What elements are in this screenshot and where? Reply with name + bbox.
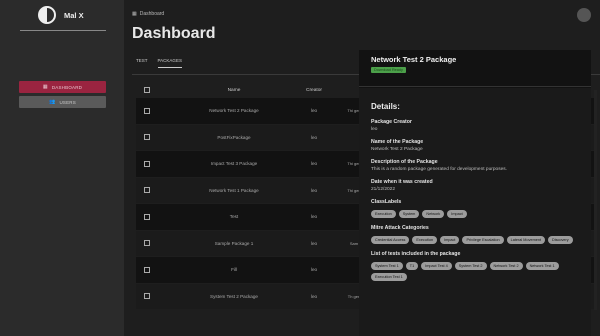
row-checkbox[interactable] (144, 160, 150, 167)
mitre-chips: Credential Access Execution Impact Privileg… (371, 236, 583, 244)
home-icon: ▦ (132, 11, 137, 17)
chip: System Test 2 (454, 262, 487, 270)
creator-value: leo (371, 127, 378, 132)
package-name-label: Name of the Package (371, 139, 424, 145)
chip: Execution Test 1 (371, 273, 407, 281)
date-value: 21/12/2022 (371, 187, 396, 192)
row-checkbox[interactable] (144, 213, 150, 220)
details-body-wrap: Details: Package Creator leo Name of the… (359, 50, 591, 336)
page-title: Dashboard (132, 25, 216, 42)
tabs: TEST PACKAGES (136, 58, 182, 68)
tests-chips: System Test 1 T1 Impact Test 4 System Test … (371, 262, 583, 281)
sidebar: Mal X ▦ DASHBOARD 👥 USERS (0, 0, 124, 336)
sidebar-item-label: DASHBOARD (51, 84, 83, 90)
dashboard-icon: ▦ (42, 84, 48, 90)
details-body: Details: Package Creator leo Name of the… (371, 102, 583, 281)
row-checkbox[interactable] (144, 134, 150, 141)
chip: Lateral Movement (506, 236, 546, 244)
row-name: PostFixPackage (217, 134, 251, 140)
row-checkbox[interactable] (144, 187, 150, 194)
date-label: Date when it was created (371, 179, 433, 185)
users-icon: 👥 (49, 99, 56, 105)
creator-label: Package Creator (371, 119, 412, 125)
chip: System (398, 210, 420, 218)
breadcrumb-label[interactable]: Dashboard (140, 11, 164, 17)
row-creator: leo (310, 267, 318, 273)
logo-icon (38, 6, 56, 24)
row-creator: leo (310, 108, 318, 114)
row-creator: leo (310, 293, 318, 299)
row-name: Impact Test 3 Package (210, 161, 258, 167)
chip: Network (422, 210, 445, 218)
row-checkbox[interactable] (144, 240, 150, 247)
row-name: Sample Package 1 (214, 240, 254, 246)
divider (20, 30, 106, 31)
row-checkbox[interactable] (144, 293, 150, 300)
chip: Network Test 1 (525, 262, 559, 270)
row-creator: leo (310, 240, 318, 246)
chip: Impact Test 4 (421, 262, 452, 270)
chip: Execution (371, 210, 396, 218)
column-header-name[interactable]: Name (174, 88, 294, 93)
chip: Impact (440, 236, 460, 244)
user-name: Mal X (64, 10, 84, 20)
tab-packages[interactable]: PACKAGES (157, 58, 182, 68)
chip: Discovery (548, 236, 573, 244)
row-name: Test (229, 214, 239, 220)
column-header-creator[interactable]: Creator (294, 88, 334, 93)
tab-test[interactable]: TEST (136, 58, 148, 68)
app-root: { "sidebar": { "user_name": "Mal X", "it… (0, 0, 600, 336)
mitre-label: Mitre Attack Categories (371, 225, 429, 231)
sidebar-item-users[interactable]: 👥 USERS (19, 96, 106, 108)
row-checkbox[interactable] (144, 107, 150, 114)
row-name: Fill (231, 267, 237, 273)
chip: Credential Access (371, 236, 410, 244)
class-label-chips: Execution System Network Impact (371, 210, 583, 218)
details-heading: Details: (371, 102, 400, 111)
brand: Mal X (38, 6, 84, 24)
chip: System Test 1 (371, 262, 403, 270)
chip: Impact (447, 210, 467, 218)
chip: Execution (412, 236, 438, 244)
row-name: System Test 2 Package (210, 293, 258, 299)
row-creator: leo (310, 187, 318, 193)
scrollbar[interactable] (594, 90, 597, 310)
tests-label: List of tests included in the package (371, 251, 461, 257)
description-value: This is a random package generated for d… (371, 167, 507, 172)
sidebar-item-dashboard[interactable]: ▦ DASHBOARD (19, 81, 106, 93)
row-creator: leo (310, 161, 318, 167)
row-creator: leo (310, 134, 318, 140)
row-name: Network Test 1 Package (209, 187, 259, 193)
chip: T1 (405, 262, 419, 270)
select-all-checkbox[interactable] (144, 87, 150, 93)
row-checkbox[interactable] (144, 266, 150, 273)
breadcrumb: ▦ Dashboard (132, 11, 164, 17)
description-label: Description of the Package (371, 159, 438, 165)
class-labels-label: ClassLabels (371, 199, 402, 205)
sidebar-item-label: USERS (59, 99, 76, 105)
chip: Privilege Escalation (462, 236, 504, 244)
package-name-value: Network Test 2 Package (371, 147, 423, 152)
avatar[interactable] (577, 8, 591, 22)
chip: Network Test 2 (489, 262, 523, 270)
row-creator: leo (310, 214, 318, 220)
row-name: Network Test 2 Package (209, 108, 259, 114)
